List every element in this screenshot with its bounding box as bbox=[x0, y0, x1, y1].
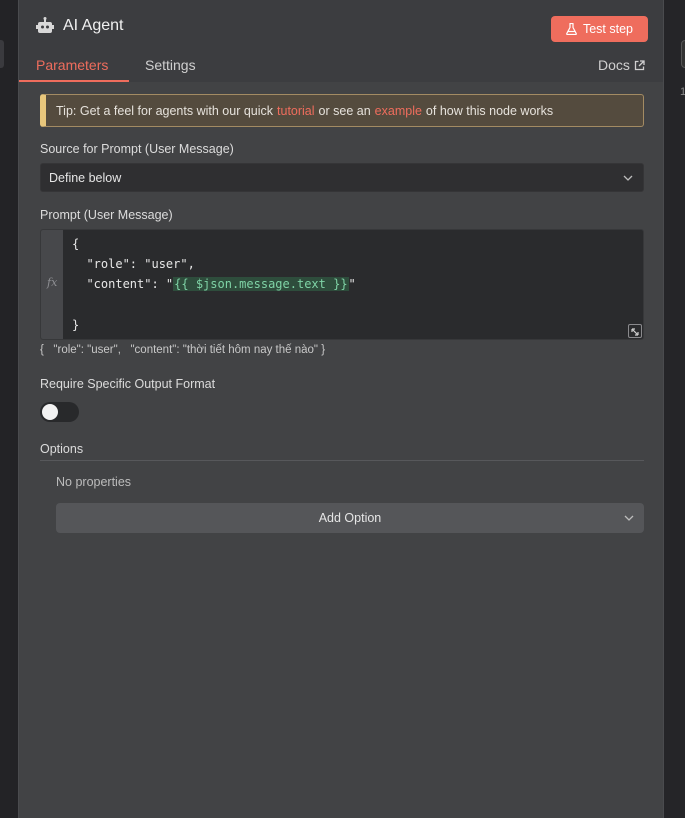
title-row: AI Agent bbox=[35, 16, 124, 36]
editor-gutter: fx bbox=[41, 230, 63, 339]
code-line: { bbox=[72, 237, 80, 251]
fx-icon: fx bbox=[47, 276, 58, 289]
chevron-down-icon bbox=[624, 515, 634, 521]
canvas-right-handle bbox=[681, 40, 685, 68]
node-panel: AI Agent Test step Parameters Settings D… bbox=[18, 0, 664, 818]
drag-handle[interactable] bbox=[329, 0, 355, 3]
output-format-label: Require Specific Output Format bbox=[40, 377, 216, 391]
expression-token: {{ $json.message.text }} bbox=[173, 277, 349, 291]
prompt-editor[interactable]: fx { "role": "user", "content": "{{ $jso… bbox=[40, 229, 644, 340]
toggle-knob bbox=[42, 404, 58, 420]
chevron-down-icon bbox=[623, 175, 633, 181]
canvas-left-handle bbox=[0, 40, 4, 68]
options-divider bbox=[40, 460, 644, 461]
code-text: "content": " bbox=[72, 277, 174, 291]
docs-label: Docs bbox=[598, 57, 630, 73]
code-line: } bbox=[72, 318, 80, 332]
canvas-left-edge bbox=[0, 0, 18, 818]
add-option-button[interactable]: Add Option bbox=[56, 503, 644, 533]
canvas-right-number: 1 bbox=[680, 86, 685, 98]
parameters-content: Tip: Get a feel for agents with our quic… bbox=[19, 82, 663, 818]
tutorial-link[interactable]: tutorial bbox=[277, 104, 315, 118]
tip-prefix: Tip: Get a feel for agents with our quic… bbox=[56, 103, 274, 118]
flask-icon bbox=[566, 23, 577, 35]
external-link-icon bbox=[634, 59, 645, 70]
docs-link[interactable]: Docs bbox=[598, 57, 645, 73]
source-prompt-label: Source for Prompt (User Message) bbox=[40, 142, 234, 156]
test-step-button[interactable]: Test step bbox=[551, 16, 648, 42]
canvas-right-edge bbox=[663, 0, 685, 818]
example-link[interactable]: example bbox=[375, 104, 422, 118]
output-format-toggle[interactable] bbox=[40, 402, 79, 422]
options-label: Options bbox=[40, 442, 84, 456]
tab-bar: Parameters Settings Docs bbox=[19, 52, 663, 82]
tip-middle: or see an bbox=[318, 103, 371, 118]
prompt-label: Prompt (User Message) bbox=[40, 208, 173, 222]
add-option-label: Add Option bbox=[318, 511, 382, 525]
code-text: " bbox=[348, 277, 356, 291]
page-title: AI Agent bbox=[63, 17, 124, 34]
expression-preview: { "role": "user", "content": "thời tiết … bbox=[40, 344, 326, 356]
no-properties-text: No properties bbox=[56, 475, 132, 489]
tab-parameters[interactable]: Parameters bbox=[36, 57, 108, 73]
panel-header: AI Agent Test step Parameters Settings D… bbox=[19, 0, 663, 82]
tip-suffix: of how this node works bbox=[425, 103, 554, 118]
robot-icon bbox=[35, 16, 55, 36]
source-prompt-value: Define below bbox=[49, 170, 122, 185]
tab-settings[interactable]: Settings bbox=[145, 57, 196, 73]
code-line: "role": "user", bbox=[72, 257, 195, 271]
tip-callout: Tip: Get a feel for agents with our quic… bbox=[40, 94, 644, 127]
source-prompt-select[interactable]: Define below bbox=[40, 163, 644, 192]
code-line: "content": "{{ $json.message.text }}" bbox=[72, 277, 356, 291]
expand-icon[interactable] bbox=[628, 324, 642, 338]
test-step-label: Test step bbox=[582, 22, 634, 36]
